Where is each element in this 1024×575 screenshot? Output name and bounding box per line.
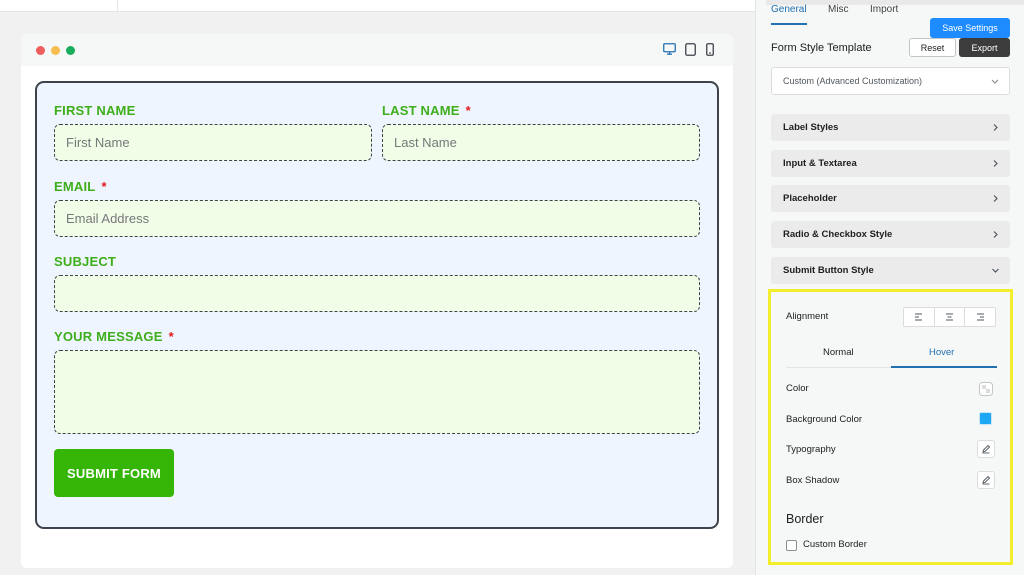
preview-window-bar <box>21 34 733 66</box>
window-close-dot <box>36 46 45 55</box>
tab-hover[interactable]: Hover <box>929 347 954 358</box>
first-name-label-text: FIRST NAME <box>54 103 136 118</box>
chevron-down-icon <box>990 76 1000 86</box>
contact-form: FIRST NAME First Name LAST NAME * Last Na… <box>35 81 719 529</box>
email-input[interactable]: Email Address <box>54 200 700 237</box>
accordion-input-textarea[interactable]: Input & Textarea <box>771 150 1010 177</box>
template-select-value: Custom (Advanced Customization) <box>783 76 923 86</box>
email-label-text: EMAIL <box>54 179 96 194</box>
subject-label-text: SUBJECT <box>54 254 117 269</box>
color-label: Color <box>786 383 809 394</box>
alignment-label: Alignment <box>786 311 829 322</box>
accordion-label-styles[interactable]: Label Styles <box>771 114 1010 141</box>
background-color-swatch[interactable] <box>979 412 992 425</box>
last-name-placeholder: Last Name <box>394 135 457 150</box>
tab-misc[interactable]: Misc <box>828 4 849 15</box>
tab-import[interactable]: Import <box>870 4 898 15</box>
color-picker-icon[interactable] <box>977 380 995 398</box>
subject-input[interactable] <box>54 275 700 312</box>
accordion-title: Placeholder <box>783 193 837 204</box>
pencil-icon[interactable] <box>977 471 995 489</box>
first-name-input[interactable]: First Name <box>54 124 372 161</box>
last-name-label-text: LAST NAME <box>382 103 460 118</box>
required-asterisk: * <box>168 329 174 344</box>
message-textarea[interactable] <box>54 350 700 434</box>
custom-border-checkbox[interactable] <box>786 540 797 551</box>
export-button[interactable]: Export <box>959 38 1010 57</box>
mobile-icon[interactable] <box>703 42 717 56</box>
active-tab-underline <box>771 23 807 25</box>
top-strip <box>0 0 755 12</box>
settings-panel: General Misc Import Save Settings Form S… <box>755 0 1024 575</box>
required-asterisk: * <box>101 179 107 194</box>
chevron-right-icon <box>991 123 1000 132</box>
custom-border-label: Custom Border <box>803 539 867 550</box>
first-name-label: FIRST NAME <box>54 103 135 118</box>
align-right-icon[interactable] <box>965 308 995 326</box>
template-select[interactable]: Custom (Advanced Customization) <box>771 67 1010 95</box>
pencil-icon[interactable] <box>977 440 995 458</box>
active-state-underline <box>891 366 997 368</box>
background-color-label: Background Color <box>786 414 863 425</box>
email-label: EMAIL * <box>54 179 107 194</box>
window-minimize-dot <box>51 46 60 55</box>
accordion-placeholder[interactable]: Placeholder <box>771 185 1010 212</box>
typography-label: Typography <box>786 444 836 455</box>
email-placeholder: Email Address <box>66 211 150 226</box>
required-asterisk: * <box>465 103 471 118</box>
tab-normal[interactable]: Normal <box>823 347 854 358</box>
form-preview-card: FIRST NAME First Name LAST NAME * Last Na… <box>21 34 733 568</box>
window-maximize-dot <box>66 46 75 55</box>
first-name-placeholder: First Name <box>66 135 130 150</box>
reset-button[interactable]: Reset <box>909 38 956 57</box>
accordion-title: Submit Button Style <box>783 265 874 276</box>
border-heading: Border <box>786 512 824 526</box>
box-shadow-label: Box Shadow <box>786 475 840 486</box>
alignment-button-group <box>903 307 996 327</box>
chevron-right-icon <box>991 230 1000 239</box>
top-divider <box>117 0 118 12</box>
message-label: YOUR MESSAGE * <box>54 329 174 344</box>
accordion-radio-checkbox[interactable]: Radio & Checkbox Style <box>771 221 1010 248</box>
chevron-right-icon <box>991 159 1000 168</box>
message-label-text: YOUR MESSAGE <box>54 329 163 344</box>
align-center-icon[interactable] <box>935 308 966 326</box>
accordion-title: Label Styles <box>783 122 839 133</box>
chevron-down-icon <box>991 266 1000 275</box>
form-style-template-title: Form Style Template <box>771 42 872 54</box>
submit-form-button[interactable]: SUBMIT FORM <box>54 449 174 497</box>
accordion-submit-button-style[interactable]: Submit Button Style <box>771 257 1010 284</box>
last-name-label: LAST NAME * <box>382 103 471 118</box>
tab-general[interactable]: General <box>771 4 807 15</box>
desktop-icon[interactable] <box>662 42 676 56</box>
subject-label: SUBJECT <box>54 254 116 269</box>
align-left-icon[interactable] <box>904 308 935 326</box>
chevron-right-icon <box>991 194 1000 203</box>
save-settings-button[interactable]: Save Settings <box>930 18 1010 38</box>
accordion-title: Radio & Checkbox Style <box>783 229 893 240</box>
last-name-input[interactable]: Last Name <box>382 124 700 161</box>
accordion-title: Input & Textarea <box>783 158 857 169</box>
tablet-icon[interactable] <box>683 42 697 56</box>
submit-button-style-panel: Alignment Normal Hover Color Background … <box>768 289 1013 565</box>
